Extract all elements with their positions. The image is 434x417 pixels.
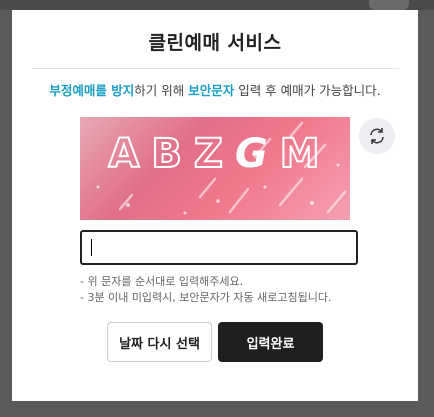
title-divider bbox=[32, 68, 399, 69]
clean-booking-modal: 클린예매 서비스 부정예매를 방지하기 위해 보안문자 입력 후 예매가 가능합… bbox=[12, 10, 418, 401]
captcha-image: A B Z G M bbox=[80, 117, 350, 220]
captcha-char: A bbox=[107, 130, 142, 178]
modal-title: 클린예매 서비스 bbox=[148, 32, 282, 54]
captcha-char: B bbox=[150, 130, 184, 178]
captcha-char: G bbox=[234, 131, 270, 177]
close-button-edge[interactable] bbox=[369, 0, 409, 10]
description-highlight-2: 보안문자 bbox=[188, 83, 235, 98]
description-text-2: 입력 후 예매가 가능합니다. bbox=[234, 83, 381, 98]
captcha-char: M bbox=[279, 130, 322, 178]
reselect-date-button[interactable]: 날짜 다시 선택 bbox=[107, 322, 212, 362]
instruction-line: - 3분 이내 미입력시, 보안문자가 자동 새로고침됩니다. bbox=[80, 291, 332, 304]
captcha-characters: A B Z G M bbox=[80, 130, 350, 181]
instruction-line: - 위 문자를 순서대로 입력해주세요. bbox=[80, 275, 244, 288]
description: 부정예매를 방지하기 위해 보안문자 입력 후 예매가 가능합니다. bbox=[12, 80, 418, 99]
instructions: - 위 문자를 순서대로 입력해주세요. - 3분 이내 미입력시, 보안문자가… bbox=[80, 274, 331, 306]
captcha-char: Z bbox=[193, 130, 225, 178]
captcha-refresh-button[interactable] bbox=[359, 118, 395, 154]
description-text-1: 하기 위해 bbox=[134, 83, 189, 98]
captcha-input[interactable] bbox=[80, 230, 358, 265]
description-highlight-1: 부정예매를 방지 bbox=[49, 83, 135, 98]
submit-button[interactable]: 입력완료 bbox=[218, 322, 323, 362]
text-cursor bbox=[91, 239, 92, 256]
refresh-icon bbox=[370, 128, 384, 144]
